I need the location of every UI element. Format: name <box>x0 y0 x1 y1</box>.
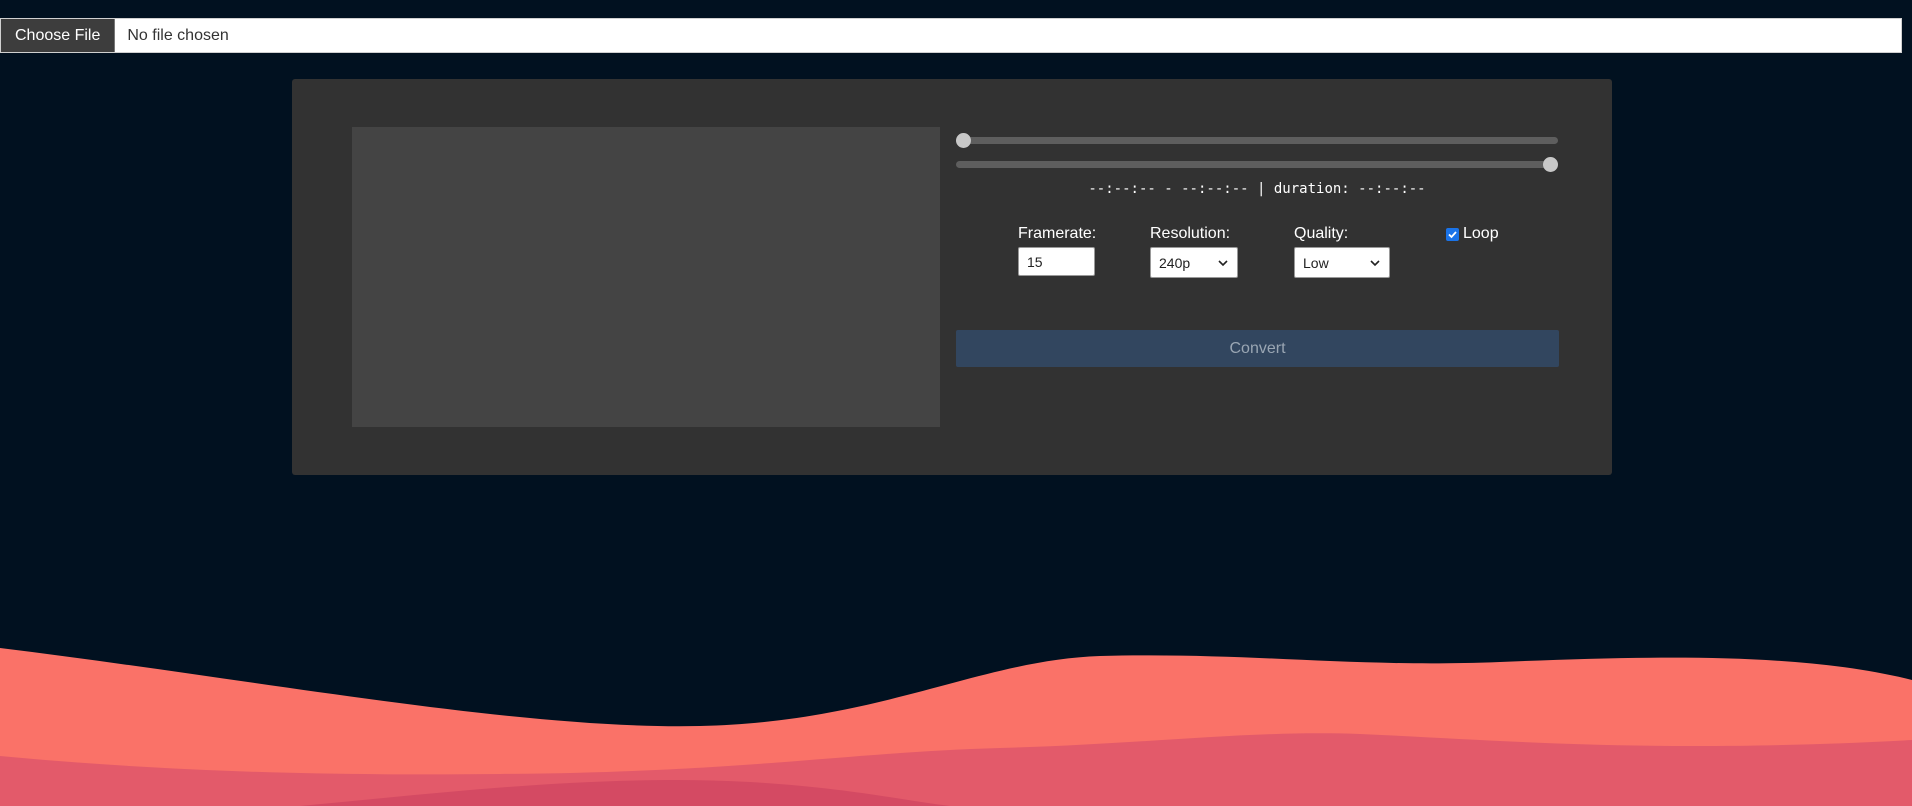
time-divider: | <box>1257 181 1266 197</box>
chevron-down-icon <box>1370 259 1380 266</box>
converter-panel: --:--:-- - --:--:-- | duration: --:--:--… <box>292 79 1612 475</box>
resolution-label: Resolution: <box>1150 225 1231 242</box>
loop-option[interactable]: Loop <box>1446 225 1499 243</box>
quality-select[interactable]: Low <box>1294 247 1390 278</box>
duration-label: duration: <box>1273 181 1350 197</box>
quality-field: Quality: Low <box>1294 225 1390 278</box>
framerate-label: Framerate: <box>1018 225 1097 242</box>
quality-value: Low <box>1303 254 1329 271</box>
trim-end-slider[interactable] <box>956 157 1558 172</box>
loop-label: Loop <box>1463 225 1499 242</box>
framerate-field: Framerate: 15 <box>1018 225 1096 276</box>
trim-start-slider[interactable] <box>956 133 1558 148</box>
start-time: --:--:-- <box>1088 181 1156 197</box>
time-separator: - <box>1164 181 1173 197</box>
framerate-input[interactable]: 15 <box>1018 247 1095 276</box>
resolution-field: Resolution: 240p <box>1150 225 1238 278</box>
quality-label: Quality: <box>1294 225 1349 242</box>
wave-decoration <box>0 648 1912 806</box>
trim-end-handle[interactable] <box>1543 157 1558 172</box>
checkmark-icon <box>1448 230 1457 238</box>
video-preview <box>352 127 940 427</box>
chevron-down-icon <box>1218 259 1228 266</box>
convert-button[interactable]: Convert <box>956 330 1559 367</box>
framerate-value: 15 <box>1027 253 1043 270</box>
file-input[interactable]: Choose File No file chosen <box>0 18 1902 53</box>
resolution-value: 240p <box>1159 254 1191 271</box>
loop-checkbox[interactable] <box>1446 227 1459 241</box>
resolution-select[interactable]: 240p <box>1150 247 1238 278</box>
time-readout: --:--:-- - --:--:-- | duration: --:--:-- <box>956 181 1558 197</box>
choose-file-button[interactable]: Choose File <box>1 19 116 52</box>
trim-start-handle[interactable] <box>956 133 971 148</box>
end-time: --:--:-- <box>1181 181 1249 197</box>
duration-value: --:--:-- <box>1358 181 1426 197</box>
file-status-text: No file chosen <box>127 26 229 44</box>
